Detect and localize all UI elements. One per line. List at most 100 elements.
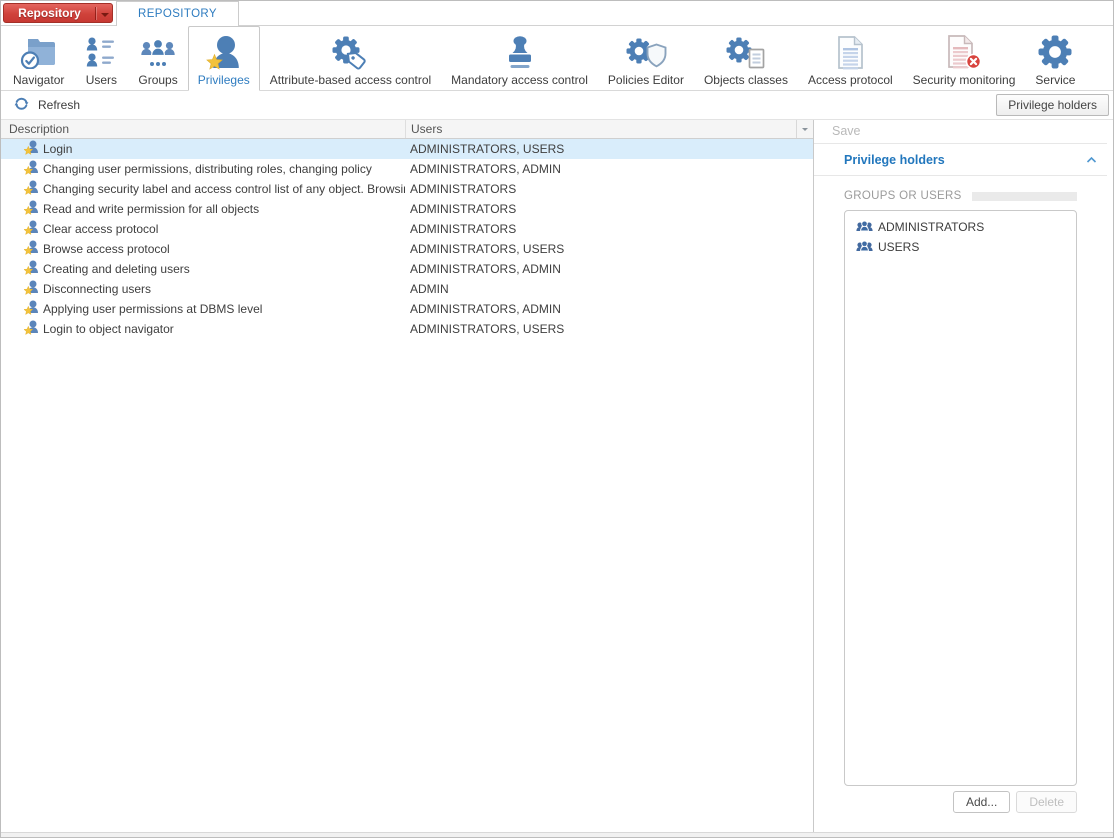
policies-editor-icon <box>625 31 667 73</box>
table-row[interactable]: Browse access protocol ADMINISTRATORS, US… <box>1 239 813 259</box>
row-description: Clear access protocol <box>43 222 158 236</box>
toolbar-button-label: Service <box>1035 73 1075 87</box>
row-description: Read and write permission for all object… <box>43 202 259 216</box>
service-icon <box>1036 31 1074 73</box>
row-description: Login <box>43 142 72 156</box>
row-users: ADMINISTRATORS, ADMIN <box>405 262 813 276</box>
toolbar-button-label: Policies Editor <box>608 73 684 87</box>
save-action[interactable]: Save <box>814 120 1107 144</box>
toolbar-button-access-protocol[interactable]: Access protocol <box>798 26 903 90</box>
privilege-icon <box>24 140 39 158</box>
group-icon <box>856 240 873 255</box>
row-description-cell: Clear access protocol <box>1 220 405 238</box>
table-header: Description Users <box>1 120 813 139</box>
row-description-cell: Login to object navigator <box>1 320 405 338</box>
table-row[interactable]: Disconnecting usersADMIN <box>1 279 813 299</box>
column-header-users-label: Users <box>411 122 442 136</box>
mandatory-access-icon <box>506 31 534 73</box>
actions-bar: Refresh Privilege holders <box>1 91 1113 120</box>
privileges-icon <box>205 31 243 73</box>
users-header-menu-button[interactable] <box>796 120 813 138</box>
side-panel: Save Privilege holders GROUPS OR USERS A… <box>814 120 1113 832</box>
groups-listbox[interactable]: ADMINISTRATORS USERS <box>844 210 1077 786</box>
row-description: Changing user permissions, distributing … <box>43 162 372 176</box>
toolbar-button-label: Navigator <box>13 73 64 87</box>
table-row[interactable]: Login ADMINISTRATORS, USERS <box>1 139 813 159</box>
refresh-icon <box>14 96 29 114</box>
refresh-label: Refresh <box>38 98 80 112</box>
add-button[interactable]: Add... <box>953 791 1010 813</box>
privilege-icon <box>24 320 39 338</box>
delete-button[interactable]: Delete <box>1016 791 1077 813</box>
table-row[interactable]: Changing user permissions, distributing … <box>1 159 813 179</box>
repository-menu-label: Repository <box>4 6 95 20</box>
attribute-access-icon <box>330 31 370 73</box>
list-item-administrators[interactable]: ADMINISTRATORS <box>845 217 1076 237</box>
column-header-users[interactable]: Users <box>405 120 813 138</box>
app-window: Repository REPOSITORY Navigator Users Gr… <box>0 0 1114 838</box>
toolbar-button-label: Security monitoring <box>913 73 1016 87</box>
table-row[interactable]: Read and write permission for all object… <box>1 199 813 219</box>
table-row[interactable]: Clear access protocol ADMINISTRATORS <box>1 219 813 239</box>
objects-classes-icon <box>725 31 766 73</box>
privilege-holders-top-button[interactable]: Privilege holders <box>996 94 1109 116</box>
toolbar-button-service[interactable]: Service <box>1025 26 1085 90</box>
row-description-cell: Read and write permission for all object… <box>1 200 405 218</box>
privilege-icon <box>24 220 39 238</box>
table-row[interactable]: Login to object navigatorADMINISTRATORS,… <box>1 319 813 339</box>
toolbar-button-objects-classes[interactable]: Objects classes <box>694 26 798 90</box>
privilege-icon <box>24 300 39 318</box>
toolbar-button-mandatory-access-control[interactable]: Mandatory access control <box>441 26 598 90</box>
toolbar-button-policies-editor[interactable]: Policies Editor <box>598 26 694 90</box>
navigator-icon <box>19 31 59 73</box>
row-description-cell: Applying user permissions at DBMS level <box>1 300 405 318</box>
toolbar-button-groups[interactable]: Groups <box>128 26 187 90</box>
privilege-icon <box>24 260 39 278</box>
row-users: ADMINISTRATORS <box>405 182 813 196</box>
column-header-description[interactable]: Description <box>1 120 405 138</box>
groups-icon <box>139 31 177 73</box>
privilege-holders-section-header[interactable]: Privilege holders <box>814 144 1107 176</box>
row-description-cell: Login <box>1 140 405 158</box>
label-filler-bar <box>972 192 1077 201</box>
access-protocol-icon <box>836 31 865 73</box>
privilege-icon <box>24 240 39 258</box>
list-item-label: ADMINISTRATORS <box>878 220 984 234</box>
tab-repository[interactable]: REPOSITORY <box>116 1 239 26</box>
row-description: Creating and deleting users <box>43 262 190 276</box>
table-row[interactable]: Changing security label and access contr… <box>1 179 813 199</box>
privilege-icon <box>24 160 39 178</box>
row-users: ADMINISTRATORS, USERS <box>405 322 813 336</box>
toolbar-button-security-monitoring[interactable]: Security monitoring <box>903 26 1026 90</box>
toolbar-button-label: Attribute-based access control <box>270 73 431 87</box>
row-users: ADMINISTRATORS, ADMIN <box>405 162 813 176</box>
privilege-icon <box>24 280 39 298</box>
section-body: GROUPS OR USERS ADMINISTRATORS USERS Add… <box>814 176 1113 832</box>
row-users: ADMINISTRATORS, USERS <box>405 242 813 256</box>
toolbar-button-users[interactable]: Users <box>74 26 128 90</box>
table-row[interactable]: Creating and deleting users ADMINISTRATOR… <box>1 259 813 279</box>
listbox-buttons: Add... Delete <box>844 791 1077 813</box>
table-row[interactable]: Applying user permissions at DBMS levelA… <box>1 299 813 319</box>
toolbar-button-navigator[interactable]: Navigator <box>3 26 74 90</box>
toolbar-button-attribute-based-access-control[interactable]: Attribute-based access control <box>260 26 441 90</box>
row-users: ADMINISTRATORS <box>405 202 813 216</box>
row-users: ADMINISTRATORS <box>405 222 813 236</box>
row-description: Browse access protocol <box>43 242 170 256</box>
refresh-button[interactable]: Refresh <box>10 94 84 116</box>
repository-menu-button[interactable]: Repository <box>3 3 113 23</box>
users-icon <box>84 31 118 73</box>
table-body: Login ADMINISTRATORS, USERS Changing user… <box>1 139 813 832</box>
privilege-icon <box>24 200 39 218</box>
row-description: Applying user permissions at DBMS level <box>43 302 262 316</box>
list-item-users[interactable]: USERS <box>845 237 1076 257</box>
section-title: Privilege holders <box>844 153 945 167</box>
row-users: ADMINISTRATORS, USERS <box>405 142 813 156</box>
main-content: Description Users Login ADMINISTRATORS, U… <box>1 120 1113 832</box>
toolbar-button-privileges[interactable]: Privileges <box>188 26 260 91</box>
toolbar-button-label: Privileges <box>198 73 250 87</box>
row-description: Changing security label and access contr… <box>43 182 405 196</box>
groups-or-users-field: GROUPS OR USERS <box>844 190 1077 202</box>
tab-strip: Repository REPOSITORY <box>1 1 1113 26</box>
toolbar-button-label: Access protocol <box>808 73 893 87</box>
